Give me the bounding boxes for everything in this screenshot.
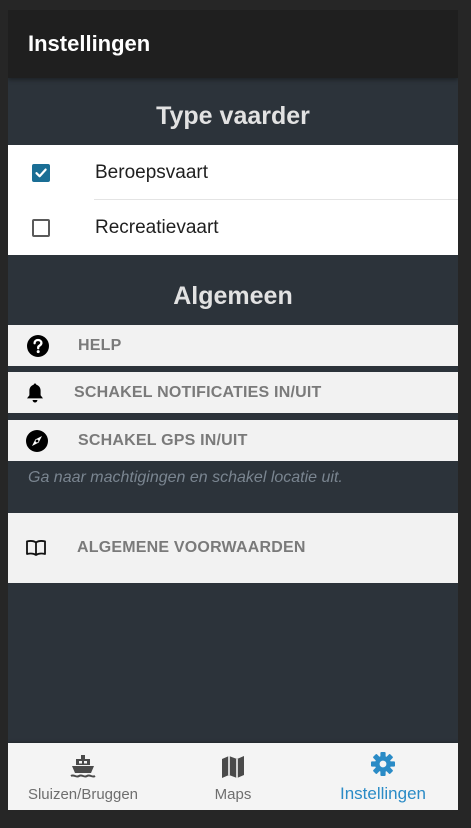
option-label: Beroepsvaart (95, 161, 209, 183)
tab-label: Sluizen/Bruggen (27, 786, 139, 803)
bottom-tab-bar: Sluizen/Bruggen Maps Instellingen (8, 743, 458, 810)
checkbox-unchecked-icon[interactable] (32, 219, 50, 237)
option-beroepsvaart[interactable]: Beroepsvaart (8, 145, 458, 200)
page-title: Instellingen (28, 31, 151, 56)
option-recreatievaart[interactable]: Recreatievaart (8, 200, 458, 255)
app-window: Instellingen Type vaarder Beroepsvaart R… (8, 10, 458, 810)
compass-icon (25, 429, 49, 453)
toggle-notifications-button[interactable]: SCHAKEL NOTIFICATIES IN/UIT (8, 372, 458, 413)
tab-label: Maps (214, 786, 252, 803)
menu-label: SCHAKEL GPS IN/UIT (78, 431, 248, 449)
menu-label: HELP (78, 336, 122, 354)
terms-button[interactable]: ALGEMENE VOORWAARDEN (8, 513, 458, 583)
toggle-gps-button[interactable]: SCHAKEL GPS IN/UIT (8, 420, 458, 461)
menu-label: SCHAKEL NOTIFICATIES IN/UIT (74, 383, 322, 401)
option-label: Recreatievaart (95, 216, 219, 238)
section-title-type-vaarder: Type vaarder (156, 102, 310, 130)
section-title-algemeen: Algemeen (173, 282, 293, 310)
gear-icon (369, 750, 397, 778)
tab-sluizen-bruggen[interactable]: Sluizen/Bruggen (8, 743, 158, 810)
menu-label: ALGEMENE VOORWAARDEN (77, 539, 306, 556)
tab-instellingen[interactable]: Instellingen (308, 743, 458, 810)
app-header: Instellingen (8, 10, 458, 78)
map-icon (219, 753, 247, 781)
tab-label: Instellingen (339, 784, 426, 803)
tab-maps[interactable]: Maps (158, 743, 308, 810)
checkbox-checked-icon[interactable] (32, 164, 50, 182)
question-circle-icon (26, 334, 50, 358)
gps-hint-text: Ga naar machtigingen en schakel locatie … (28, 469, 343, 486)
book-icon (24, 536, 48, 560)
help-button[interactable]: HELP (8, 325, 458, 366)
ship-icon (69, 753, 97, 781)
bell-icon (23, 381, 47, 405)
